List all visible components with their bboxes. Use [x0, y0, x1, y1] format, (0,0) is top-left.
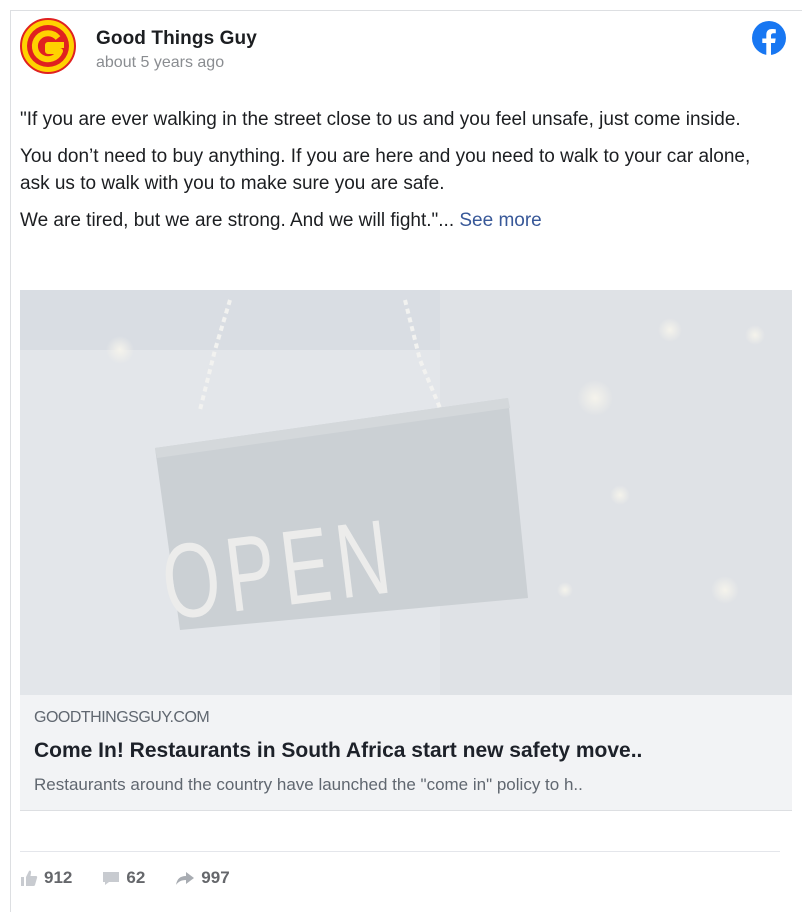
- post-paragraph-last: We are tired, but we are strong. And we …: [20, 207, 780, 234]
- link-description: Restaurants around the country have laun…: [34, 775, 583, 794]
- link-domain: GOODTHINGSGUY.COM: [34, 709, 210, 726]
- shares-count[interactable]: 997: [175, 868, 230, 888]
- likes-value: 912: [44, 868, 73, 887]
- see-more-link[interactable]: See more: [459, 210, 541, 231]
- avatar[interactable]: [20, 18, 76, 74]
- likes-count[interactable]: 912: [20, 868, 72, 888]
- post-header: Good Things Guy about 5 years ago: [20, 18, 787, 88]
- thumbs-up-icon: [21, 870, 38, 886]
- link-preview-info[interactable]: GOODTHINGSGUY.COM Come In! Restaurants i…: [20, 695, 792, 811]
- comments-count[interactable]: 62: [102, 868, 145, 888]
- post-paragraph: You don’t need to buy anything. If you a…: [20, 146, 751, 194]
- link-title[interactable]: Come In! Restaurants in South Africa sta…: [34, 739, 778, 763]
- facebook-icon[interactable]: [751, 20, 787, 56]
- link-preview-image[interactable]: OPEN: [20, 290, 792, 695]
- open-sign-photo: OPEN: [20, 290, 792, 695]
- share-arrow-icon: [176, 872, 195, 885]
- post-paragraph: "If you are ever walking in the street c…: [20, 109, 741, 130]
- post-paragraph-text: We are tired, but we are strong. And we …: [20, 210, 460, 231]
- post-timestamp[interactable]: about 5 years ago: [96, 54, 224, 72]
- comments-value: 62: [126, 868, 146, 887]
- page-name-link[interactable]: Good Things Guy: [96, 28, 257, 50]
- engagement-stats: 912 62 997: [20, 866, 230, 890]
- comment-icon: [103, 872, 120, 885]
- shares-value: 997: [201, 868, 230, 887]
- stats-divider: [20, 851, 780, 852]
- post-text: "If you are ever walking in the street c…: [20, 106, 780, 244]
